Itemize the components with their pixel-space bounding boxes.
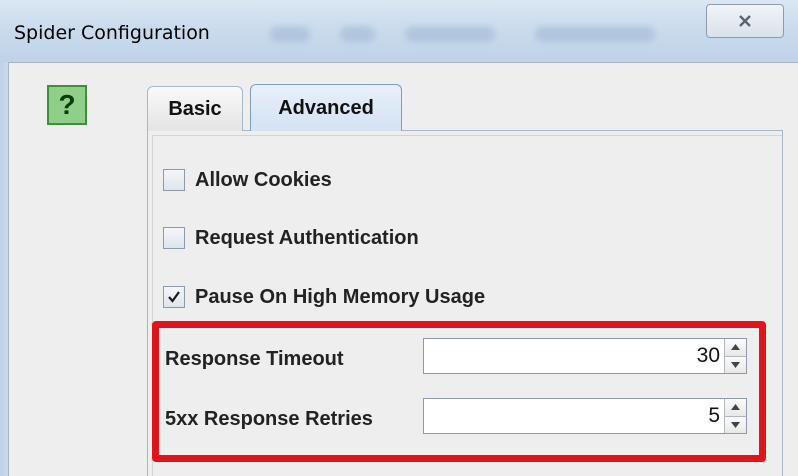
close-icon xyxy=(739,15,751,27)
window-border xyxy=(0,62,8,476)
pause-high-memory-option[interactable]: Pause On High Memory Usage xyxy=(163,284,485,310)
help-icon: ? xyxy=(58,89,76,120)
tab-advanced[interactable]: Advanced xyxy=(250,84,402,131)
request-authentication-label: Request Authentication xyxy=(195,226,419,249)
title-bar[interactable]: Spider Configuration xyxy=(0,0,798,62)
request-authentication-checkbox[interactable] xyxy=(163,227,185,249)
help-button[interactable]: ? xyxy=(47,85,87,125)
blurred-background xyxy=(535,26,655,42)
pause-high-memory-checkbox[interactable] xyxy=(163,286,185,308)
blurred-background xyxy=(340,26,375,42)
tab-basic[interactable]: Basic xyxy=(147,86,243,131)
checkmark-icon xyxy=(168,291,180,303)
highlight-box xyxy=(152,321,766,462)
blurred-background xyxy=(270,26,310,42)
request-authentication-option[interactable]: Request Authentication xyxy=(163,225,419,251)
allow-cookies-label: Allow Cookies xyxy=(195,168,332,191)
close-button[interactable] xyxy=(706,4,784,38)
window-title: Spider Configuration xyxy=(14,22,210,44)
blurred-background xyxy=(405,26,495,42)
dialog-window: Spider Configuration ? Basic Advanced Al… xyxy=(0,0,798,476)
allow-cookies-option[interactable]: Allow Cookies xyxy=(163,167,332,193)
allow-cookies-checkbox[interactable] xyxy=(163,169,185,191)
pause-high-memory-label: Pause On High Memory Usage xyxy=(195,285,486,308)
